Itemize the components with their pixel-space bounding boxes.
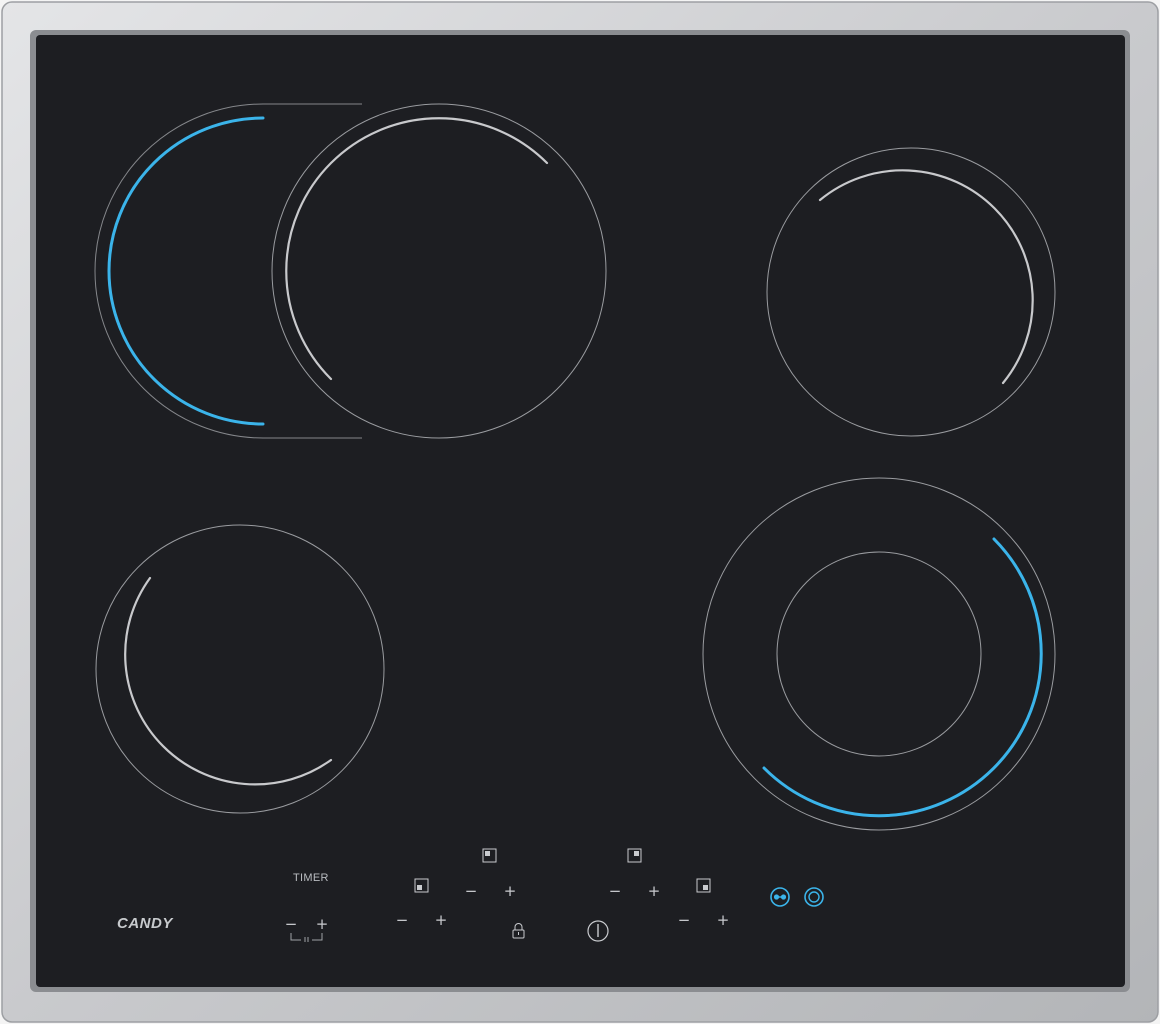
cooktop-graphic — [1, 1, 1159, 1023]
glass-surface — [36, 35, 1125, 987]
zone-plus-button[interactable]: + — [715, 913, 731, 928]
zone-minus-button[interactable]: − — [394, 913, 410, 928]
zone-plus-button[interactable]: + — [502, 884, 518, 899]
timer-minus-button[interactable]: − — [283, 917, 299, 932]
zone-minus-button[interactable]: − — [607, 884, 623, 899]
cooktop — [0, 0, 1160, 1024]
zone-plus-button[interactable]: + — [433, 913, 449, 928]
brand-logo: CANDY — [117, 915, 173, 932]
zone-plus-button[interactable]: + — [646, 884, 662, 899]
timer-label: TIMER — [293, 872, 329, 884]
zone-minus-button[interactable]: − — [676, 913, 692, 928]
zone-minus-button[interactable]: − — [463, 884, 479, 899]
timer-plus-button[interactable]: + — [314, 917, 330, 932]
